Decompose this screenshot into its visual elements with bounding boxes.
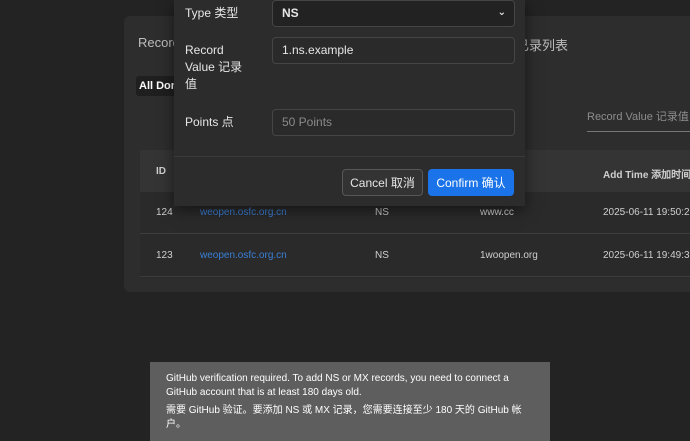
- column-header-id: ID: [156, 166, 166, 177]
- modal-divider: [174, 156, 525, 157]
- cell-id: 124: [156, 207, 173, 218]
- cancel-button[interactable]: Cancel 取消: [342, 169, 423, 196]
- add-record-modal: Type 类型 NS ⌄ Record Value 记录 值 1.ns.exam…: [174, 0, 525, 206]
- type-select-value: NS: [282, 6, 299, 20]
- record-value-label-line2: Value 记录: [185, 60, 243, 74]
- record-value-input[interactable]: 1.ns.example: [272, 37, 515, 64]
- cell-time: 2025-06-11 19:50:2(: [603, 207, 690, 218]
- record-value-search-input[interactable]: Record Value 记录值: [587, 102, 690, 132]
- chevron-down-icon: ⌄: [497, 7, 506, 18]
- column-header-add-time: Add Time 添加时间: [603, 170, 690, 181]
- record-value-label-line1: Record: [185, 43, 224, 57]
- cell-type: NS: [375, 250, 389, 261]
- record-value-label-line3: 值: [185, 77, 198, 91]
- cell-domain-link[interactable]: weopen.osfc.org.cn: [200, 250, 287, 261]
- cell-domain-link[interactable]: weopen.osfc.org.cn: [200, 207, 287, 218]
- table-row: 123 weopen.osfc.org.cn NS 1woopen.org 20…: [140, 235, 690, 277]
- cell-time: 2025-06-11 19:49:36: [603, 250, 690, 261]
- confirm-button[interactable]: Confirm 确认: [428, 169, 514, 196]
- cell-value: www.cc: [480, 207, 514, 218]
- cell-value: 1woopen.org: [480, 250, 538, 261]
- cell-type: NS: [375, 207, 389, 218]
- points-input[interactable]: 50 Points: [272, 109, 515, 136]
- type-select[interactable]: NS ⌄: [272, 0, 515, 27]
- points-label: Points 点: [185, 115, 234, 129]
- cell-id: 123: [156, 250, 173, 261]
- type-label: Type 类型: [185, 6, 239, 20]
- github-verification-tooltip: GitHub verification required. To add NS …: [150, 362, 550, 441]
- tooltip-text-zh: 需要 GitHub 验证。要添加 NS 或 MX 记录，您需要连接至少 180 …: [166, 405, 522, 430]
- record-value-label: Record Value 记录 值: [185, 42, 242, 93]
- tooltip-text-en: GitHub verification required. To add NS …: [166, 373, 509, 398]
